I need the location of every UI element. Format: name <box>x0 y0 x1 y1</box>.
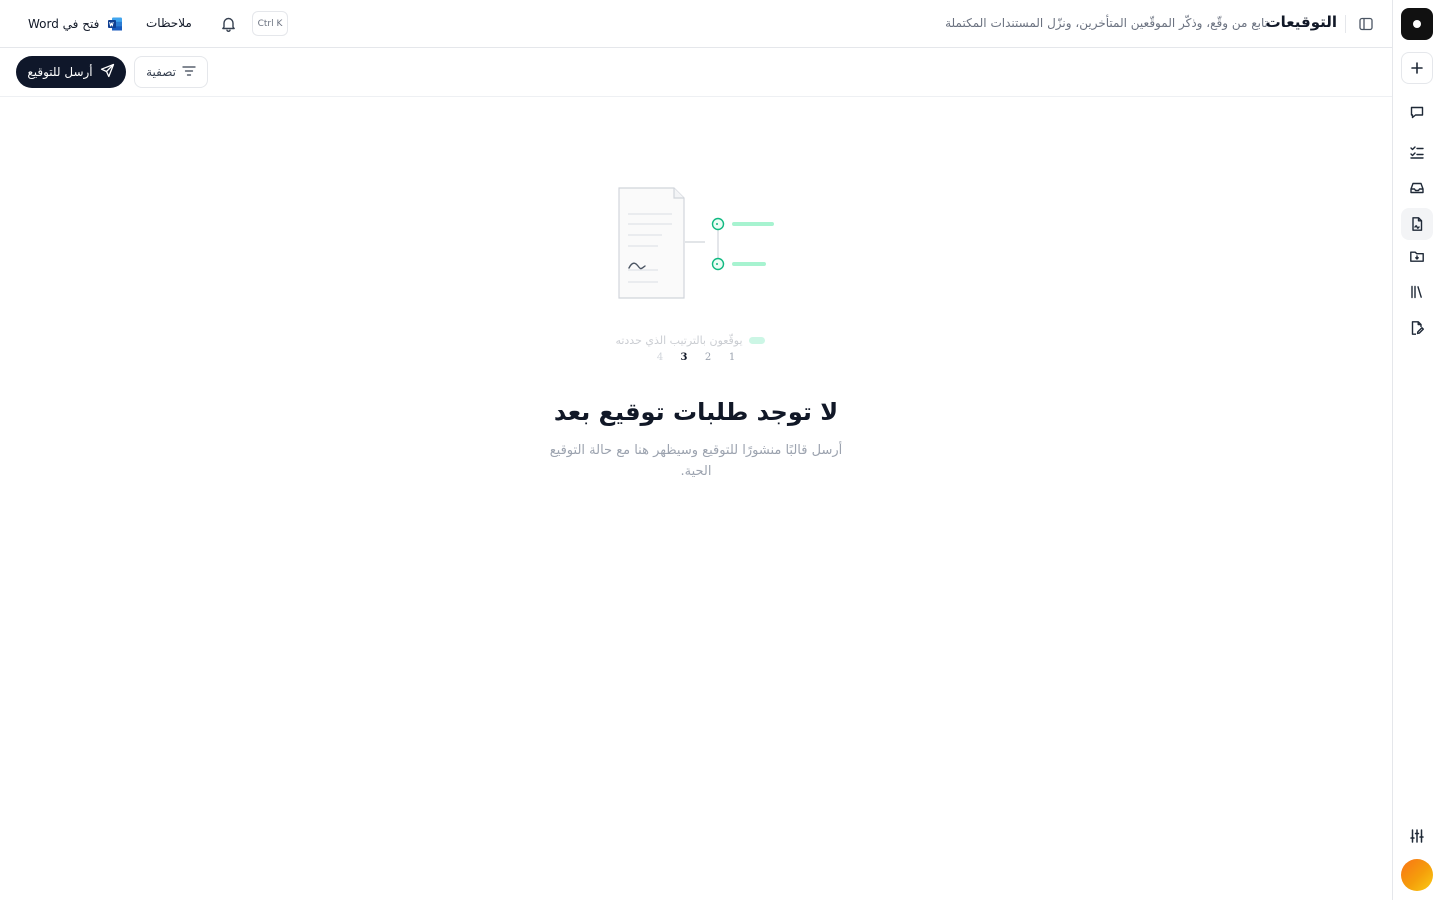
top-header: التوقيعات تابع من وقّع، وذكّر الموقّعين … <box>0 0 1392 48</box>
chat-icon[interactable] <box>1401 96 1433 128</box>
sidebar-rail <box>1392 0 1440 900</box>
user-avatar[interactable] <box>1401 859 1433 891</box>
folder-icon[interactable] <box>1401 240 1433 272</box>
word-icon <box>107 16 123 32</box>
send-icon <box>100 63 115 81</box>
edit-document-icon[interactable] <box>1401 312 1433 344</box>
toggle-panel-icon[interactable] <box>1354 12 1378 36</box>
send-for-signature-button[interactable]: أرسل للتوقيع <box>16 56 126 88</box>
illustration-caption: يوقّعون بالترتيب الذي حددته <box>600 331 780 349</box>
inbox-icon[interactable] <box>1401 172 1433 204</box>
checklist-icon[interactable] <box>1401 136 1433 168</box>
send-for-signature-label: أرسل للتوقيع <box>27 65 93 79</box>
step-number: 1 <box>728 352 736 363</box>
caption-pill <box>748 336 765 344</box>
signing-order-steps: 1 2 3 4 <box>648 352 744 368</box>
step-number: 2 <box>704 352 712 363</box>
illustration-caption-text: يوقّعون بالترتيب الذي حددته <box>615 333 743 347</box>
settings-sliders-icon[interactable] <box>1401 820 1433 852</box>
empty-state-description: أرسل قالبًا منشورًا للتوقيع وسيظهر هنا م… <box>549 443 843 479</box>
logo-icon[interactable] <box>1401 8 1433 40</box>
filter-button[interactable]: تصفية <box>134 56 208 88</box>
bell-icon[interactable] <box>218 14 238 34</box>
command-palette-shortcut[interactable]: Ctrl K <box>252 11 288 36</box>
page-description: تابع من وقّع، وذكّر الموقّعين المتأخرين،… <box>945 16 1268 30</box>
notes-button[interactable]: ملاحظات <box>146 16 192 30</box>
empty-state-illustration <box>610 182 780 307</box>
open-in-word-button[interactable]: فتح في Word <box>28 14 123 34</box>
filter-icon <box>182 65 196 80</box>
filter-label: تصفية <box>146 65 176 79</box>
app-root: التوقيعات تابع من وقّع، وذكّر الموقّعين … <box>0 0 1440 900</box>
page-title: التوقيعات <box>1265 13 1337 31</box>
header-divider <box>1345 15 1346 33</box>
step-number: 4 <box>656 352 664 363</box>
document-illustration-icon <box>618 187 685 299</box>
signature-document-icon[interactable] <box>1401 208 1433 240</box>
library-icon[interactable] <box>1401 276 1433 308</box>
empty-state-title: لا توجد طلبات توقيع بعد <box>553 398 839 426</box>
toolbar: أرسل للتوقيع تصفية <box>0 48 1392 97</box>
new-icon[interactable] <box>1401 52 1433 84</box>
signer-flow-icon <box>685 217 774 271</box>
open-in-word-label: فتح في Word <box>28 17 100 31</box>
step-number-current: 3 <box>680 352 688 363</box>
